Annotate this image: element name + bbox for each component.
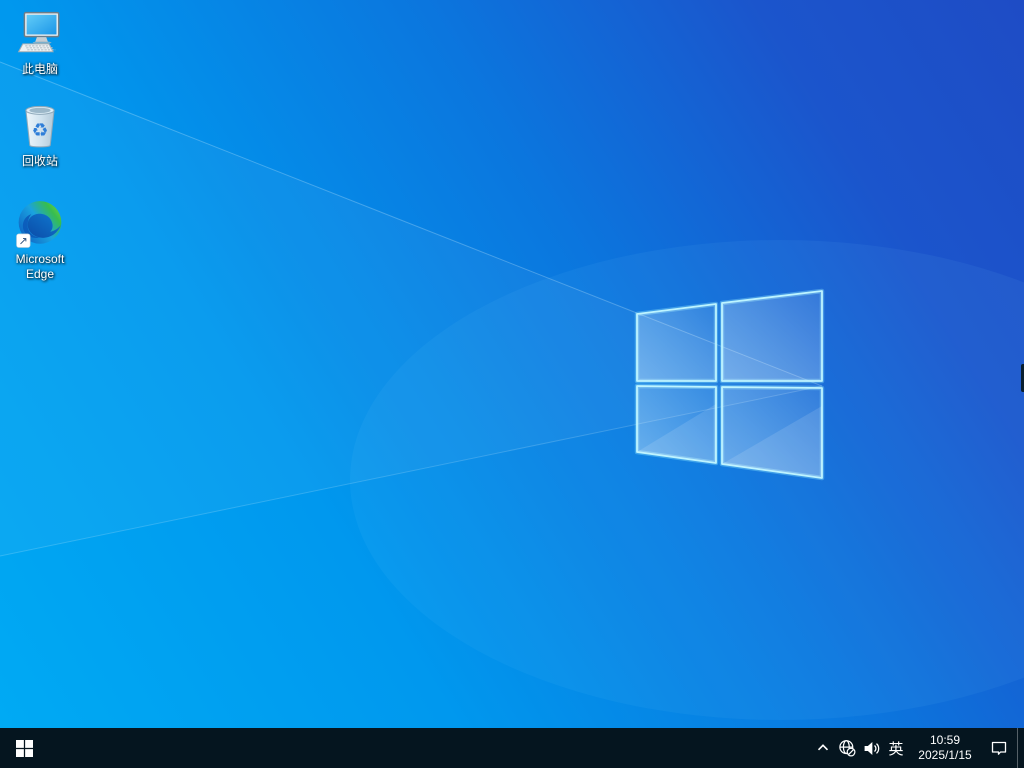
windows-desktop: 此电脑 ♻ 回收站 ↗ Microsoft Edge 英 10:59 2025/… xyxy=(0,0,1024,768)
wallpaper-art xyxy=(0,61,1024,720)
svg-text:♻: ♻ xyxy=(32,120,49,141)
taskbar-clock[interactable]: 10:59 2025/1/15 xyxy=(909,728,981,768)
globe-no-internet-icon xyxy=(839,740,856,757)
recycle-bin-icon: ♻ xyxy=(15,101,65,151)
desktop-icon-recycle-bin[interactable]: ♻ 回收站 xyxy=(1,101,79,169)
desktop-icon-this-pc[interactable]: 此电脑 xyxy=(1,9,79,77)
chevron-up-icon xyxy=(817,744,829,751)
start-button[interactable] xyxy=(0,728,48,768)
clock-time: 10:59 xyxy=(929,733,961,747)
system-tray: 英 10:59 2025/1/15 xyxy=(811,728,1024,768)
desktop-icon-label: 回收站 xyxy=(21,154,58,168)
taskbar-empty-area xyxy=(48,728,811,768)
windows-logo-icon xyxy=(15,739,33,757)
computer-monitor-icon xyxy=(15,9,65,59)
hidden-icons-chevron-button[interactable] xyxy=(811,728,835,768)
edge-browser-icon: ↗ xyxy=(15,199,65,249)
taskbar: 英 10:59 2025/1/15 xyxy=(0,728,1024,768)
ime-language-indicator[interactable]: 英 xyxy=(883,728,909,768)
desktop-icon-microsoft-edge[interactable]: ↗ Microsoft Edge xyxy=(1,199,79,282)
notification-bubble-icon xyxy=(991,741,1007,755)
volume-button[interactable] xyxy=(859,728,883,768)
svg-text:↗: ↗ xyxy=(19,235,28,248)
speaker-icon xyxy=(864,741,879,755)
desktop-icon-label: 此电脑 xyxy=(21,62,58,76)
clock-date: 2025/1/15 xyxy=(918,748,972,762)
wallpaper xyxy=(0,0,1024,768)
action-center-button[interactable] xyxy=(981,728,1017,768)
show-desktop-button[interactable] xyxy=(1017,728,1024,768)
network-status-button[interactable] xyxy=(835,728,859,768)
desktop-icon-label: Microsoft Edge xyxy=(15,252,65,281)
